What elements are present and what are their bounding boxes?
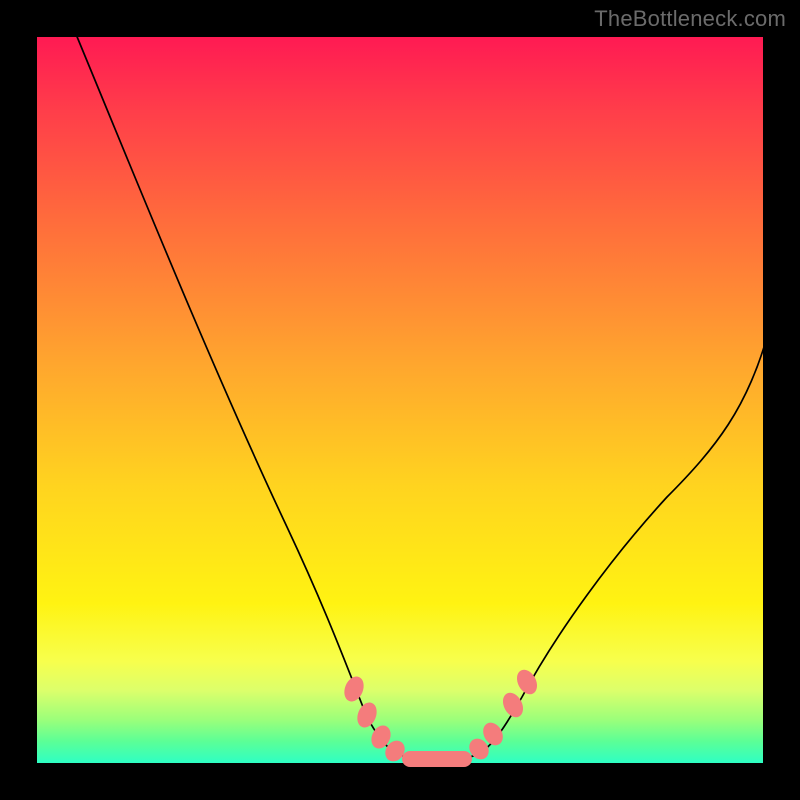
chart-frame: TheBottleneck.com (0, 0, 800, 800)
marker-flat-bottom (402, 751, 472, 767)
curve-svg (37, 37, 763, 763)
bottleneck-curve (73, 27, 767, 760)
marker-dot (341, 674, 367, 705)
plot-area (37, 37, 763, 763)
marker-dot (354, 700, 380, 731)
watermark-text: TheBottleneck.com (594, 6, 786, 32)
